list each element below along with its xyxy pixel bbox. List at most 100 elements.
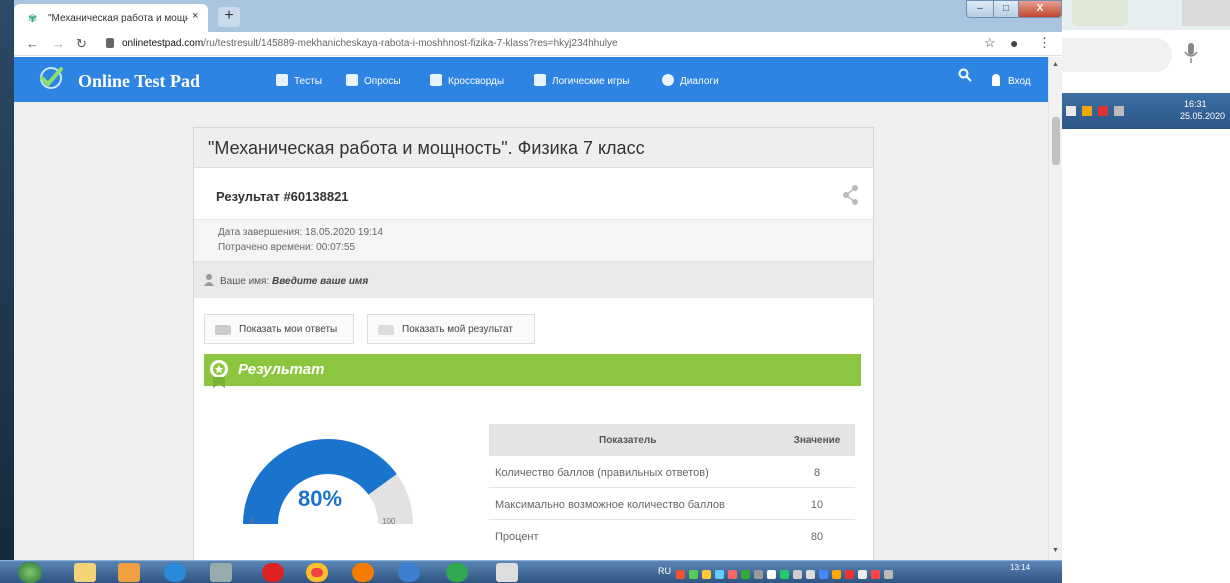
name-input-placeholder[interactable]: Введите ваше имя bbox=[272, 276, 368, 287]
tray-icon[interactable] bbox=[767, 570, 776, 579]
time-spent: Потрачено времени: 00:07:55 bbox=[218, 242, 356, 253]
signal-icon[interactable] bbox=[884, 570, 893, 579]
table-row: Количество баллов (правильных ответов) 8 bbox=[489, 456, 855, 488]
result-number: Результат #60138821 bbox=[216, 189, 349, 204]
calculator-icon[interactable] bbox=[496, 563, 518, 582]
taskbar-clock[interactable]: 13:14 bbox=[1010, 563, 1030, 572]
minimize-button[interactable]: – bbox=[966, 0, 994, 18]
tray-icon[interactable] bbox=[845, 570, 854, 579]
name-label-group: Ваше имя: Введите ваше имя bbox=[220, 276, 368, 287]
table-row: Процент 80 bbox=[489, 520, 855, 552]
browser-tab[interactable]: ✾ "Механическая работа и мощн × bbox=[14, 4, 208, 32]
table-row: Максимально возможное количество баллов … bbox=[489, 488, 855, 520]
tray-icon[interactable] bbox=[741, 570, 750, 579]
nav-label: Тесты bbox=[294, 76, 322, 87]
gauge-percent: 80% bbox=[298, 486, 343, 511]
url-field[interactable]: onlinetestpad.com/ru/testresult/145889-m… bbox=[122, 38, 618, 49]
site-favicon-icon: ✾ bbox=[28, 13, 38, 25]
result-meta: Дата завершения: 18.05.2020 19:14 Потрач… bbox=[194, 220, 873, 262]
close-tab-icon[interactable]: × bbox=[192, 10, 198, 22]
explorer-icon[interactable] bbox=[74, 563, 96, 582]
tray-icon[interactable] bbox=[780, 570, 789, 579]
nav-dialogs[interactable]: Диалоги bbox=[662, 74, 719, 87]
tray-icon[interactable] bbox=[832, 570, 841, 579]
wireless-icon[interactable] bbox=[446, 563, 468, 582]
login-label: Вход bbox=[1008, 76, 1031, 87]
close-window-button[interactable]: X bbox=[1018, 0, 1062, 18]
tray-icon[interactable] bbox=[754, 570, 763, 579]
search-icon[interactable] bbox=[958, 68, 972, 86]
language-indicator[interactable]: RU bbox=[658, 566, 671, 576]
tray-icon[interactable] bbox=[1082, 106, 1092, 116]
menu-kebab-icon[interactable]: ⋮ bbox=[1038, 35, 1051, 51]
back-arrow-icon[interactable]: ← bbox=[26, 36, 39, 51]
login-link[interactable]: Вход bbox=[992, 74, 1031, 87]
tray-icon[interactable] bbox=[1066, 106, 1076, 116]
start-button[interactable] bbox=[18, 562, 42, 583]
tray-date: 25.05.2020 bbox=[1180, 111, 1226, 121]
bookmark-star-icon[interactable]: ☆ bbox=[984, 35, 996, 51]
result-card: "Механическая работа и мощность". Физика… bbox=[193, 127, 874, 560]
show-result-label: Показать мой результат bbox=[402, 324, 513, 335]
url-domain: onlinetestpad.com bbox=[122, 38, 204, 49]
background-shape bbox=[1182, 0, 1230, 26]
tray-icon[interactable] bbox=[871, 570, 880, 579]
show-result-button[interactable]: Показать мой результат bbox=[367, 314, 535, 344]
firefox-icon[interactable] bbox=[352, 563, 374, 582]
page-content: "Механическая работа и мощность". Физика… bbox=[14, 102, 1048, 560]
maximize-button[interactable]: □ bbox=[993, 0, 1019, 18]
internet-explorer-icon[interactable] bbox=[164, 563, 186, 582]
tray-icon[interactable] bbox=[676, 570, 685, 579]
tray-icon[interactable] bbox=[858, 570, 867, 579]
tray-icon[interactable] bbox=[806, 570, 815, 579]
secondary-system-tray: 16:31 25.05.2020 bbox=[1062, 93, 1230, 129]
account-icon[interactable]: ● bbox=[1010, 35, 1018, 51]
test-title: "Механическая работа и мощность". Физика… bbox=[194, 128, 873, 168]
new-tab-button[interactable]: + bbox=[218, 7, 240, 27]
nav-label: Опросы bbox=[364, 76, 401, 87]
stats-cell-label: Процент bbox=[495, 531, 539, 543]
opera-icon[interactable] bbox=[262, 563, 284, 582]
reload-icon[interactable]: ↻ bbox=[76, 36, 87, 52]
tray-icon[interactable] bbox=[793, 570, 802, 579]
result-heading: Результат bbox=[238, 361, 325, 378]
browser-e-icon[interactable] bbox=[398, 563, 420, 582]
show-answers-label: Показать мои ответы bbox=[239, 324, 338, 335]
nav-label: Диалоги bbox=[680, 76, 719, 87]
signal-icon[interactable] bbox=[1114, 106, 1124, 116]
share-icon[interactable] bbox=[842, 184, 860, 206]
tray-icon[interactable] bbox=[702, 570, 711, 579]
scroll-down-arrow-icon[interactable]: ▼ bbox=[1052, 547, 1059, 554]
scroll-up-arrow-icon[interactable]: ▲ bbox=[1052, 61, 1059, 68]
gauge-max-label: 100 bbox=[382, 517, 396, 526]
stats-header-indicator: Показатель bbox=[599, 435, 657, 446]
desktop-background bbox=[0, 0, 14, 583]
tray-icon[interactable] bbox=[715, 570, 724, 579]
gauge-min-label: 0 bbox=[250, 517, 255, 526]
show-answers-button[interactable]: Показать мои ответы bbox=[204, 314, 354, 344]
scroll-thumb[interactable] bbox=[1052, 117, 1060, 165]
tray-icon[interactable] bbox=[728, 570, 737, 579]
gauge-chart bbox=[243, 438, 413, 524]
page-scrollbar[interactable]: ▲ ▼ bbox=[1048, 57, 1062, 560]
tray-icon[interactable] bbox=[819, 570, 828, 579]
result-section-header: Результат bbox=[204, 354, 861, 388]
nav-polls[interactable]: Опросы bbox=[346, 74, 401, 87]
logo-icon[interactable] bbox=[34, 63, 68, 93]
tray-icon[interactable] bbox=[689, 570, 698, 579]
microphone-icon[interactable] bbox=[1180, 42, 1202, 70]
nav-crosswords[interactable]: Кроссворды bbox=[430, 74, 504, 87]
stats-cell-value: 10 bbox=[810, 499, 824, 511]
window-controls: – □ X bbox=[966, 0, 1062, 18]
stats-table: Показатель Значение Количество баллов (п… bbox=[489, 424, 855, 552]
chrome-icon[interactable] bbox=[306, 563, 328, 582]
nav-tests[interactable]: Тесты bbox=[276, 74, 322, 87]
app-icon[interactable] bbox=[210, 563, 232, 582]
user-icon bbox=[204, 274, 214, 286]
site-logo-text[interactable]: Online Test Pad bbox=[78, 71, 200, 92]
nav-logic-games[interactable]: Логические игры bbox=[534, 74, 629, 87]
forward-arrow-icon[interactable]: → bbox=[52, 36, 65, 51]
media-player-icon[interactable] bbox=[118, 563, 140, 582]
poll-icon bbox=[346, 74, 358, 86]
tray-icon[interactable] bbox=[1098, 106, 1108, 116]
